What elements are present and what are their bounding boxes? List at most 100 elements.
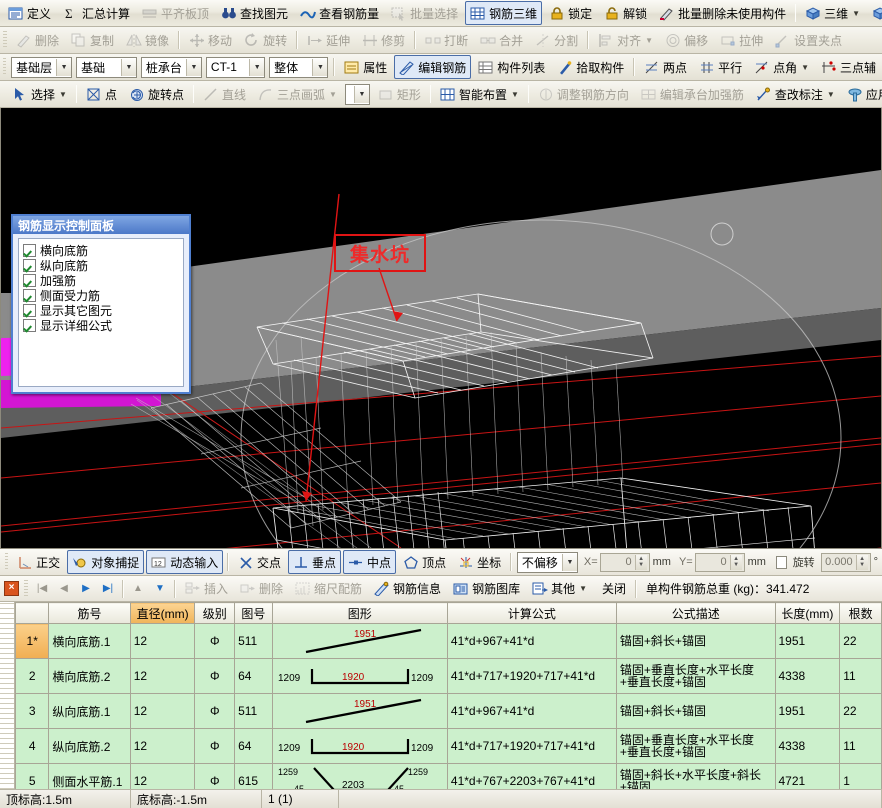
picture-number-cell[interactable]: 511 <box>235 694 273 729</box>
panel-checkbox-1[interactable]: 纵向底筋 <box>23 258 183 273</box>
y-coordinate-input[interactable]: 0▲▼ <box>695 553 745 572</box>
chevron-down-icon[interactable]: ▼ <box>827 90 835 99</box>
chevron-down-icon[interactable]: ▼ <box>354 86 369 103</box>
topview-button[interactable]: 俯视▼ <box>867 1 882 25</box>
chevron-down-icon[interactable]: ▼ <box>59 90 67 99</box>
table-body[interactable]: 1*横向底筋.112Φ511195141*d+967+41*d锚固+斜长+锚固1… <box>16 624 882 790</box>
rotate-enable-checkbox[interactable] <box>776 556 787 569</box>
spinner-arrows[interactable]: ▲▼ <box>730 555 742 570</box>
chevron-down-icon[interactable]: ▼ <box>562 554 577 571</box>
chevron-down-icon[interactable]: ▼ <box>852 9 860 18</box>
prev-record-button[interactable]: ◀ <box>54 579 74 598</box>
table-row[interactable]: 5侧面水平筋.112Φ615125945220345125941*d+767+2… <box>16 764 882 790</box>
row-number-cell[interactable]: 2 <box>16 659 49 694</box>
table-row[interactable]: 1*横向底筋.112Φ511195141*d+967+41*d锚固+斜长+锚固1… <box>16 624 882 659</box>
formula-cell[interactable]: 41*d+717+1920+717+41*d <box>447 659 616 694</box>
formula-cell[interactable]: 41*d+967+41*d <box>447 694 616 729</box>
edit-rebar-button[interactable]: 编辑钢筋 <box>394 55 471 79</box>
length-cell[interactable]: 4338 <box>775 659 840 694</box>
checkbox-icon[interactable] <box>23 259 36 272</box>
smart-layout-button[interactable]: 智能布置▼ <box>435 82 524 106</box>
parallel-button[interactable]: 平行 <box>694 55 747 79</box>
description-cell[interactable]: 锚固+斜长+锚固 <box>616 694 775 729</box>
shape-cell[interactable]: 1951 <box>272 624 447 659</box>
define-button[interactable]: 定义 <box>3 1 56 25</box>
cube-button[interactable]: 三维▼ <box>800 1 865 25</box>
x-coordinate-input[interactable]: 0▲▼ <box>600 553 650 572</box>
chevron-down-icon[interactable]: ▼ <box>56 59 71 76</box>
two-point-button[interactable]: 两点 <box>639 55 692 79</box>
formula-cell[interactable]: 41*d+717+1920+717+41*d <box>447 729 616 764</box>
table-row[interactable]: 3纵向底筋.112Φ511195141*d+967+41*d锚固+斜长+锚固19… <box>16 694 882 729</box>
rebar-table[interactable]: 筋号直径(mm)级别图号图形计算公式公式描述长度(mm)根数 1*横向底筋.11… <box>15 602 882 789</box>
picture-number-cell[interactable]: 64 <box>235 729 273 764</box>
count-cell[interactable]: 22 <box>840 694 882 729</box>
check-annotation-button[interactable]: 查改标注▼ <box>751 82 840 106</box>
grade-cell[interactable]: Φ <box>195 694 235 729</box>
rebar-library-button[interactable]: 钢筋图库 <box>448 577 525 601</box>
property-button[interactable]: 属性 <box>339 55 392 79</box>
rebar-name-cell[interactable]: 纵向底筋.2 <box>49 729 130 764</box>
description-cell[interactable]: 锚固+斜长+水平长度+斜长+锚固 <box>616 764 775 790</box>
toolbar-grip[interactable] <box>3 31 7 49</box>
pick-component-button[interactable]: 拾取构件 <box>552 55 629 79</box>
shape-cell[interactable]: 1951 <box>272 694 447 729</box>
table-header-4[interactable]: 图号 <box>235 603 273 624</box>
vertex-snap-button[interactable]: 顶点 <box>398 550 451 574</box>
next-record-button[interactable]: ▶ <box>76 579 96 598</box>
unlock-button[interactable]: 解锁 <box>599 1 652 25</box>
panel-checkbox-5[interactable]: 显示详细公式 <box>23 318 183 333</box>
combo-offset-mode[interactable]: 不偏移▼ <box>517 552 578 573</box>
row-number-cell[interactable]: 5 <box>16 764 49 790</box>
rebar-name-cell[interactable]: 纵向底筋.1 <box>49 694 130 729</box>
description-cell[interactable]: 锚固+垂直长度+水平长度+垂直长度+锚固 <box>616 729 775 764</box>
shape-cell[interactable]: 120919201209 <box>272 729 447 764</box>
length-cell[interactable]: 1951 <box>775 694 840 729</box>
binoculars-button[interactable]: 查找图元 <box>216 1 293 25</box>
grade-cell[interactable]: Φ <box>195 729 235 764</box>
point-angle-button[interactable]: 点角▼ <box>749 55 814 79</box>
object-snap-button[interactable]: 对象捕捉 <box>67 550 144 574</box>
diameter-cell[interactable]: 12 <box>130 694 195 729</box>
rebar-name-cell[interactable]: 横向底筋.2 <box>49 659 130 694</box>
apply-to-button[interactable]: 应用到 <box>842 82 882 106</box>
move-down-button[interactable]: ▼ <box>150 579 170 598</box>
combo-component-name[interactable]: CT-1▼ <box>206 57 265 78</box>
combo-empty[interactable]: ▼ <box>345 84 370 105</box>
chevron-down-icon[interactable]: ▼ <box>121 59 136 76</box>
rotate-point-button[interactable]: 旋转点 <box>124 82 189 106</box>
description-cell[interactable]: 锚固+垂直长度+水平长度+垂直长度+锚固 <box>616 659 775 694</box>
coordinate-snap-button[interactable]: 坐标 <box>453 550 506 574</box>
toolbar-grip[interactable] <box>5 553 8 571</box>
table-row[interactable]: 4纵向底筋.212Φ6412091920120941*d+717+1920+71… <box>16 729 882 764</box>
intersection-snap-button[interactable]: 交点 <box>233 550 286 574</box>
select-arrow-button[interactable]: 选择▼ <box>7 82 72 106</box>
table-header-2[interactable]: 直径(mm) <box>130 603 195 624</box>
combo-display-scope[interactable]: 整体▼ <box>269 57 328 78</box>
rebar-3d-button[interactable]: 钢筋三维 <box>465 1 542 25</box>
chevron-down-icon[interactable]: ▼ <box>801 63 809 72</box>
spinner-arrows[interactable]: ▲▼ <box>635 555 647 570</box>
description-cell[interactable]: 锚固+斜长+锚固 <box>616 624 775 659</box>
关闭-button[interactable]: 关闭 <box>594 577 631 601</box>
batch-delete-button[interactable]: 批量删除未使用构件 <box>654 1 791 25</box>
count-cell[interactable]: 11 <box>840 659 882 694</box>
table-header-6[interactable]: 计算公式 <box>447 603 616 624</box>
picture-number-cell[interactable]: 511 <box>235 624 273 659</box>
table-header-9[interactable]: 根数 <box>840 603 882 624</box>
point-button[interactable]: 点 <box>81 82 122 106</box>
shape-cell[interactable]: 120919201209 <box>272 659 447 694</box>
grade-cell[interactable]: Φ <box>195 659 235 694</box>
rebar-name-cell[interactable]: 横向底筋.1 <box>49 624 130 659</box>
chevron-down-icon[interactable]: ▼ <box>186 59 201 76</box>
grade-cell[interactable]: Φ <box>195 764 235 790</box>
chevron-down-icon[interactable]: ▼ <box>312 59 327 76</box>
table-header-7[interactable]: 公式描述 <box>616 603 775 624</box>
combo-component-type[interactable]: 基础▼ <box>76 57 137 78</box>
panel-checkbox-0[interactable]: 横向底筋 <box>23 243 183 258</box>
grade-cell[interactable]: Φ <box>195 624 235 659</box>
toolbar-grip[interactable] <box>3 58 6 76</box>
other-button[interactable]: 其他▼ <box>527 577 592 601</box>
rebar-info-button[interactable]: 钢筋信息 <box>369 577 446 601</box>
checkbox-icon[interactable] <box>23 274 36 287</box>
